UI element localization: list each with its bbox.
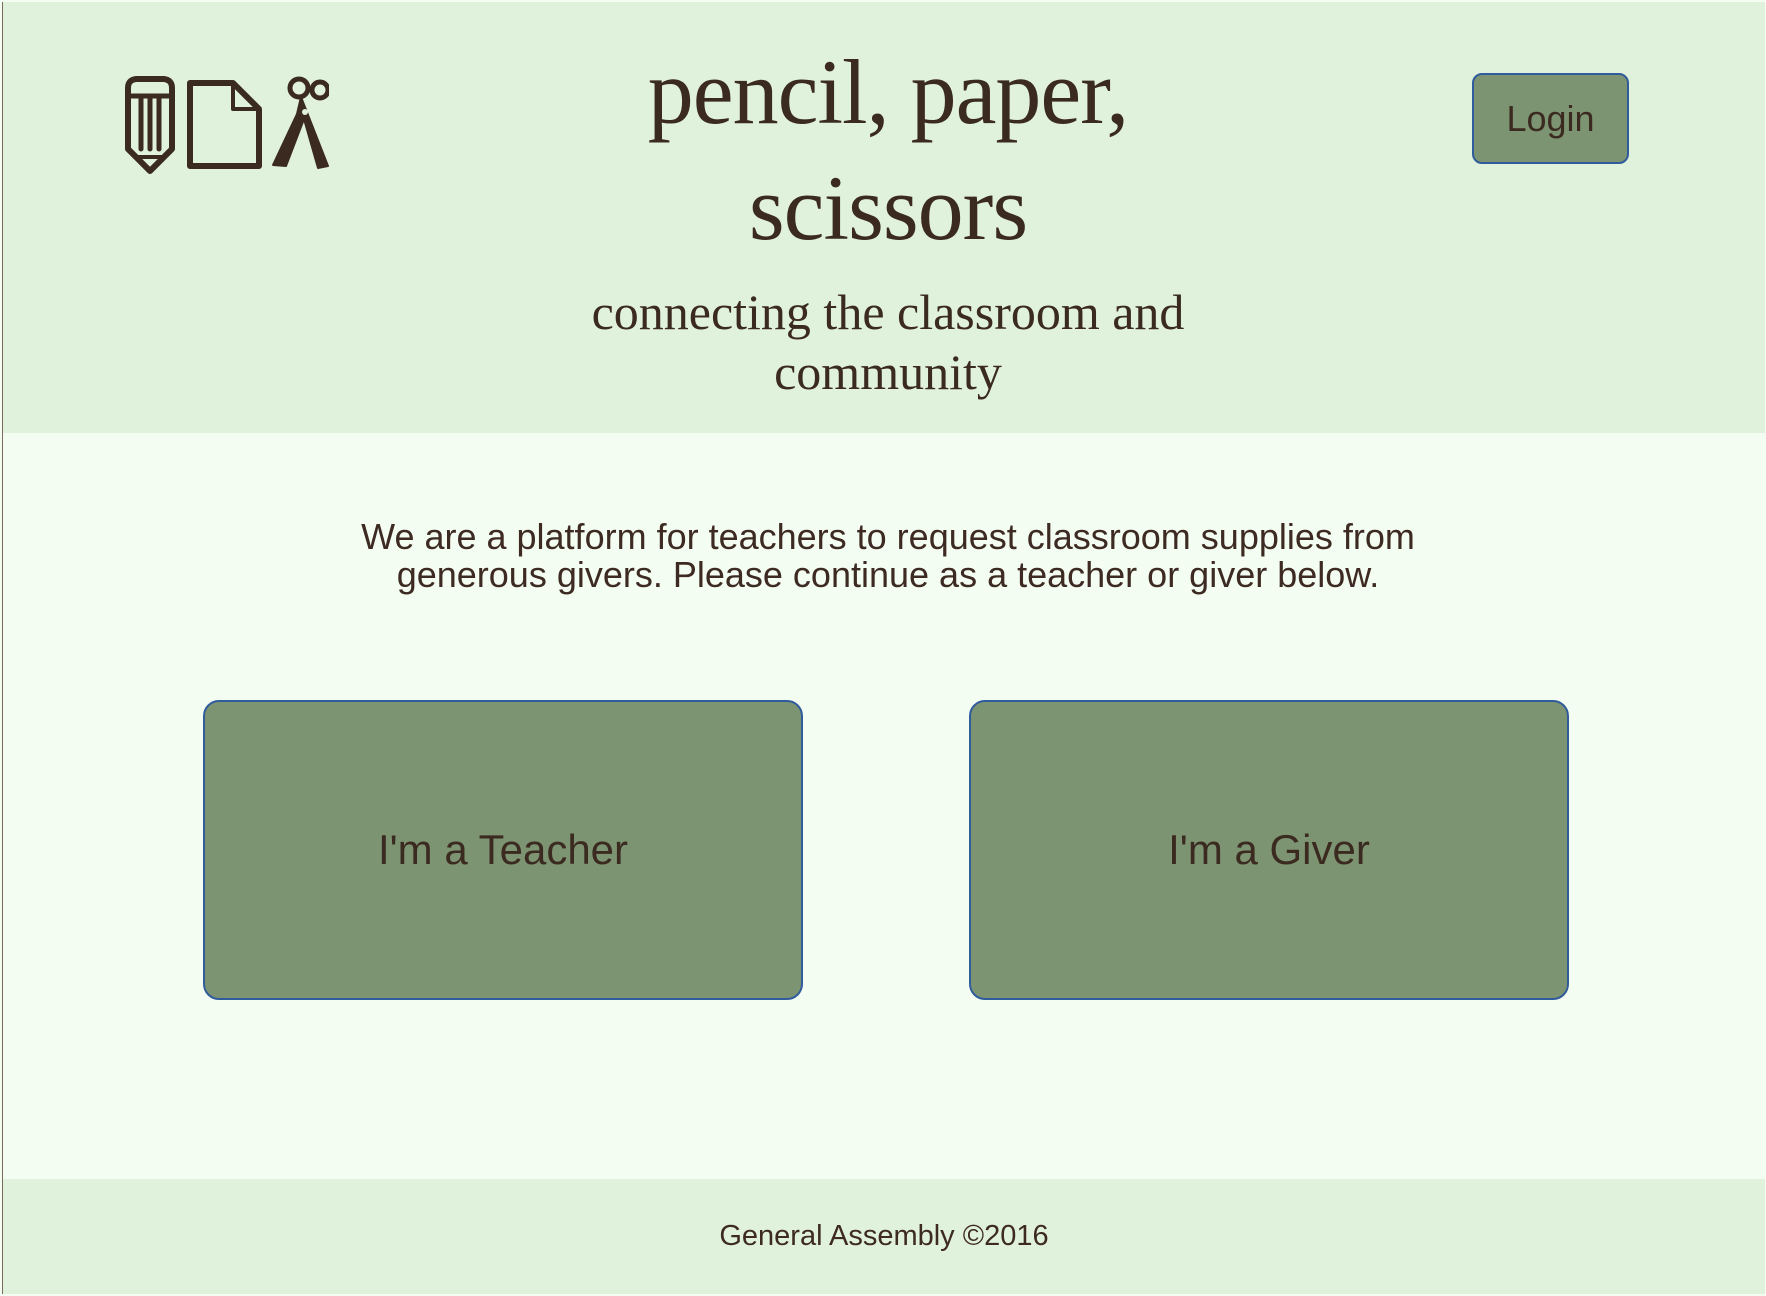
site-footer: General Assembly ©2016 (3, 1179, 1765, 1294)
title-block: pencil, paper, scissors connecting the c… (483, 34, 1293, 402)
site-header: pencil, paper, scissors connecting the c… (3, 2, 1765, 433)
logo-icons (125, 76, 329, 174)
site-title: pencil, paper, scissors (483, 34, 1293, 266)
landing-page: pencil, paper, scissors connecting the c… (2, 2, 1765, 1294)
site-title-line-1: pencil, paper, (647, 41, 1129, 143)
intro-text: We are a platform for teachers to reques… (333, 518, 1443, 594)
tagline-line-1: connecting the classroom and (591, 284, 1185, 340)
intro-line-1: We are a platform for teachers to reques… (361, 516, 1415, 557)
tagline-line-2: community (774, 344, 1002, 400)
site-title-line-2: scissors (748, 157, 1028, 259)
copyright-text: General Assembly ©2016 (719, 1220, 1049, 1252)
login-button[interactable]: Login (1472, 73, 1629, 164)
tagline: connecting the classroom and community (563, 282, 1213, 402)
teacher-button[interactable]: I'm a Teacher (203, 700, 803, 1000)
pencil-icon (125, 76, 175, 174)
intro-line-2: generous givers. Please continue as a te… (396, 554, 1380, 595)
giver-button[interactable]: I'm a Giver (969, 700, 1569, 1000)
scissors-icon (272, 76, 329, 169)
logo (123, 74, 329, 174)
paper-icon (187, 80, 262, 169)
